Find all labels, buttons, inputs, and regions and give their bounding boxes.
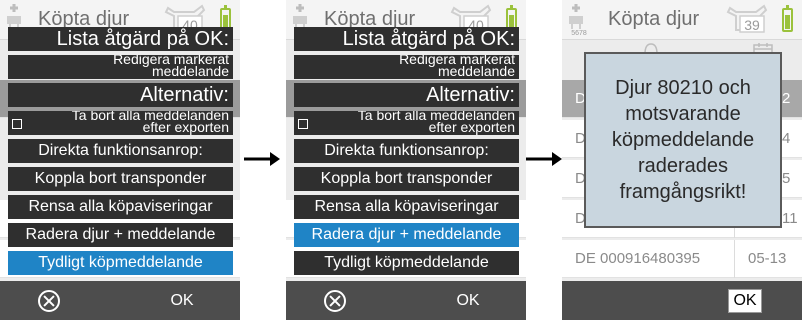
menu-item-action-3[interactable]: Tydligt köpmeddelande xyxy=(294,251,519,275)
direct-call-header: Direkta funktionsanrop: xyxy=(294,139,519,163)
animal-date: 05-13 xyxy=(748,250,787,267)
ok-button[interactable]: OK xyxy=(446,290,490,312)
cancel-icon[interactable] xyxy=(38,290,60,312)
menu-item-remove-after-export[interactable]: Ta bort alla meddelanden efter exporten xyxy=(8,111,233,135)
menu-item-action-1[interactable]: Rensa alla köpaviseringar xyxy=(294,195,519,219)
menu-item-action-0[interactable]: Koppla bort transponder xyxy=(8,167,233,191)
direct-call-header: Direkta funktionsanrop: xyxy=(8,139,233,163)
menu-item-action-3[interactable]: Tydligt köpmeddelande xyxy=(8,251,233,275)
table-row[interactable]: DE 000916480395 05-13 xyxy=(562,240,802,278)
menu-header: Lista åtgärd på OK: xyxy=(294,27,519,51)
menu-item-action-2[interactable]: Radera djur + meddelande xyxy=(8,223,233,247)
animal-date: 4 xyxy=(782,130,791,147)
ok-button[interactable]: OK xyxy=(728,289,762,313)
ok-button[interactable]: OK xyxy=(160,290,204,312)
side-label: 5678 xyxy=(571,30,587,36)
bottom-bar: OK xyxy=(286,281,526,320)
menu-item-remove-after-export[interactable]: Ta bort alla meddelanden efter exporten xyxy=(294,111,519,135)
battery-icon xyxy=(782,5,793,32)
menu-item-edit[interactable]: Redigera markerat meddelande xyxy=(294,55,519,79)
animal-date: 2 xyxy=(782,90,791,107)
screen-menu-1: Köpta djur 40 Lista åtgärd på OK: Redige… xyxy=(0,0,240,320)
cow-add-icon: 5678 xyxy=(569,4,587,36)
screen-menu-2: Köpta djur 40 Lista åtgärd på OK: Redige… xyxy=(286,0,526,320)
header: 5678 Köpta djur 39 xyxy=(562,0,802,40)
cancel-icon[interactable] xyxy=(324,290,346,312)
menu-header: Lista åtgärd på OK: xyxy=(8,27,233,51)
dialog-message: Djur 80210 och motsvarande köpmeddelande… xyxy=(611,77,755,203)
menu-item-action-0[interactable]: Koppla bort transponder xyxy=(294,167,519,191)
screen-confirmation: 5678 Köpta djur 39 D 2 D 4 D 5 11 DE 000… xyxy=(562,0,802,320)
action-menu: Lista åtgärd på OK: Redigera markerat me… xyxy=(294,27,519,279)
cow-count-icon: 39 xyxy=(726,4,768,33)
confirmation-dialog: Djur 80210 och motsvarande köpmeddelande… xyxy=(584,52,782,228)
checkbox[interactable] xyxy=(12,119,22,129)
menu-item-edit[interactable]: Redigera markerat meddelande xyxy=(8,55,233,79)
checkbox[interactable] xyxy=(298,119,308,129)
bottom-bar: OK xyxy=(562,281,802,320)
animal-id: DE 000916480395 xyxy=(575,250,701,267)
page-title: Köpta djur xyxy=(608,8,700,30)
cow-count-badge: 39 xyxy=(744,17,760,33)
right-arrow-icon xyxy=(526,152,562,166)
alternatives-header: Alternativ: xyxy=(8,83,233,107)
right-arrow-icon xyxy=(244,152,280,166)
action-menu: Lista åtgärd på OK: Redigera markerat me… xyxy=(8,27,233,279)
menu-item-action-2[interactable]: Radera djur + meddelande xyxy=(294,223,519,247)
menu-item-action-1[interactable]: Rensa alla köpaviseringar xyxy=(8,195,233,219)
bottom-bar: OK xyxy=(0,281,240,320)
alternatives-header: Alternativ: xyxy=(294,83,519,107)
animal-date: 5 xyxy=(782,170,791,187)
animal-date: 11 xyxy=(782,210,798,227)
